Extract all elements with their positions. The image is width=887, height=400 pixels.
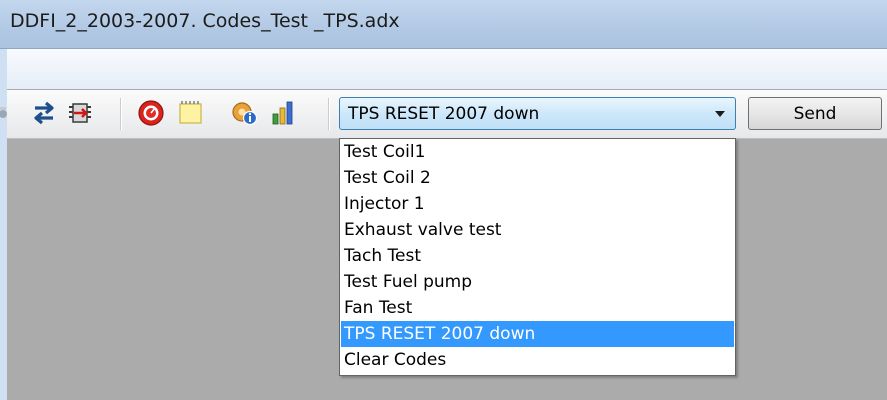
dropdown-option[interactable]: Test Fuel pump — [341, 269, 734, 295]
chevron-down-icon[interactable] — [715, 111, 725, 117]
window-title: DDFI_2_2003-2007. Codes_Test _TPS.adx — [10, 10, 400, 32]
dropdown-option[interactable]: Exhaust valve test — [341, 217, 734, 243]
bar-chart-icon[interactable] — [269, 98, 299, 128]
title-bar[interactable]: DDFI_2_2003-2007. Codes_Test _TPS.adx — [0, 0, 887, 49]
red-gauge-icon[interactable] — [136, 98, 166, 128]
dropdown-option[interactable]: TPS RESET 2007 down — [341, 321, 734, 347]
dropdown-option[interactable]: Test Coil1 — [341, 139, 734, 165]
toolbar-separator — [120, 98, 122, 130]
dropdown-option[interactable]: Injector 1 — [341, 191, 734, 217]
dropdown-option[interactable]: Test Coil 2 — [341, 165, 734, 191]
toolbar-separator — [328, 98, 330, 130]
dropdown-option[interactable]: Tach Test — [341, 243, 734, 269]
chip-icon[interactable] — [65, 98, 95, 128]
notepad-icon[interactable] — [175, 98, 205, 128]
partial-icon[interactable] — [0, 98, 13, 128]
info-gear-icon[interactable] — [230, 98, 260, 128]
test-select-dropdown[interactable]: TPS RESET 2007 down — [339, 97, 736, 130]
dropdown-option[interactable]: Clear Codes — [341, 347, 734, 373]
send-button-label: Send — [793, 104, 837, 124]
window-frame-left — [0, 0, 7, 400]
selected-test-value: TPS RESET 2007 down — [348, 104, 540, 124]
swap-arrows-icon[interactable] — [29, 98, 59, 128]
menu-strip — [7, 49, 887, 89]
send-button[interactable]: Send — [748, 97, 882, 130]
dropdown-list: Test Coil1 Test Coil 2 Injector 1 Exhaus… — [339, 138, 736, 376]
dropdown-option[interactable]: Fan Test — [341, 295, 734, 321]
